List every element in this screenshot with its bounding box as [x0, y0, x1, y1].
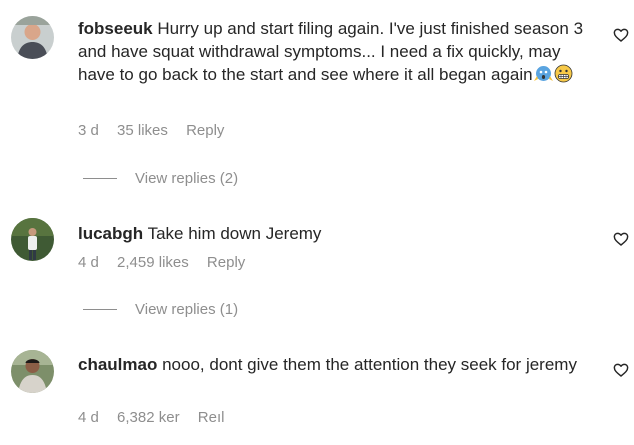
likes-count-number: 6,382 [117, 409, 159, 426]
comment-text: lucabgh Take him down Jeremy [78, 222, 598, 245]
reply-label: Re [197, 409, 217, 426]
grimacing-face-emoji [554, 64, 573, 83]
comment-message: Hurry up and start filing again. I've ju… [78, 19, 584, 84]
avatar[interactable] [11, 350, 54, 393]
username[interactable]: fobseeuk [78, 19, 153, 38]
view-replies-label: View replies (2) [135, 170, 239, 187]
comment-text: chaulmao nooo, dont give them the attent… [78, 353, 598, 376]
heart-outline-icon[interactable] [613, 27, 629, 43]
face-screaming-in-fear-emoji [533, 64, 553, 83]
comment-age: 3 d [78, 122, 99, 139]
likes-count[interactable]: 35 likes [117, 122, 168, 139]
comment-age: 4 d [78, 409, 99, 426]
reply-button[interactable]: Reıl [198, 409, 225, 426]
username[interactable]: lucabgh [78, 224, 143, 243]
likes-count-cut: ker [158, 409, 180, 426]
comment-meta: 4 d 2,459 likes Reply [78, 254, 259, 271]
comment-age: 4 d [78, 254, 99, 271]
likes-count[interactable]: 2,459 likes [117, 254, 189, 271]
view-replies-button[interactable]: View replies (1) [83, 301, 238, 318]
heart-outline-icon[interactable] [613, 362, 629, 378]
avatar[interactable] [11, 218, 54, 261]
comment-meta: 3 d 35 likes Reply [78, 122, 238, 139]
avatar[interactable] [11, 16, 54, 59]
comment-message: nooo, dont give them the attention they … [162, 355, 577, 374]
view-replies-button[interactable]: View replies (2) [83, 170, 238, 187]
divider [83, 309, 117, 310]
username[interactable]: chaulmao [78, 355, 157, 374]
reply-button[interactable]: Reply [207, 254, 245, 271]
comment-text: fobseeuk Hurry up and start filing again… [78, 17, 598, 86]
reply-label-cut: ıl [216, 409, 225, 426]
view-replies-label: View replies (1) [135, 301, 239, 318]
heart-outline-icon[interactable] [613, 231, 629, 247]
comment-message: Take him down Jeremy [147, 224, 322, 243]
likes-count[interactable]: 6,382 ker [117, 409, 180, 426]
reply-button[interactable]: Reply [186, 122, 224, 139]
divider [83, 178, 117, 179]
comment-meta: 4 d 6,382 ker Reıl [78, 409, 238, 426]
